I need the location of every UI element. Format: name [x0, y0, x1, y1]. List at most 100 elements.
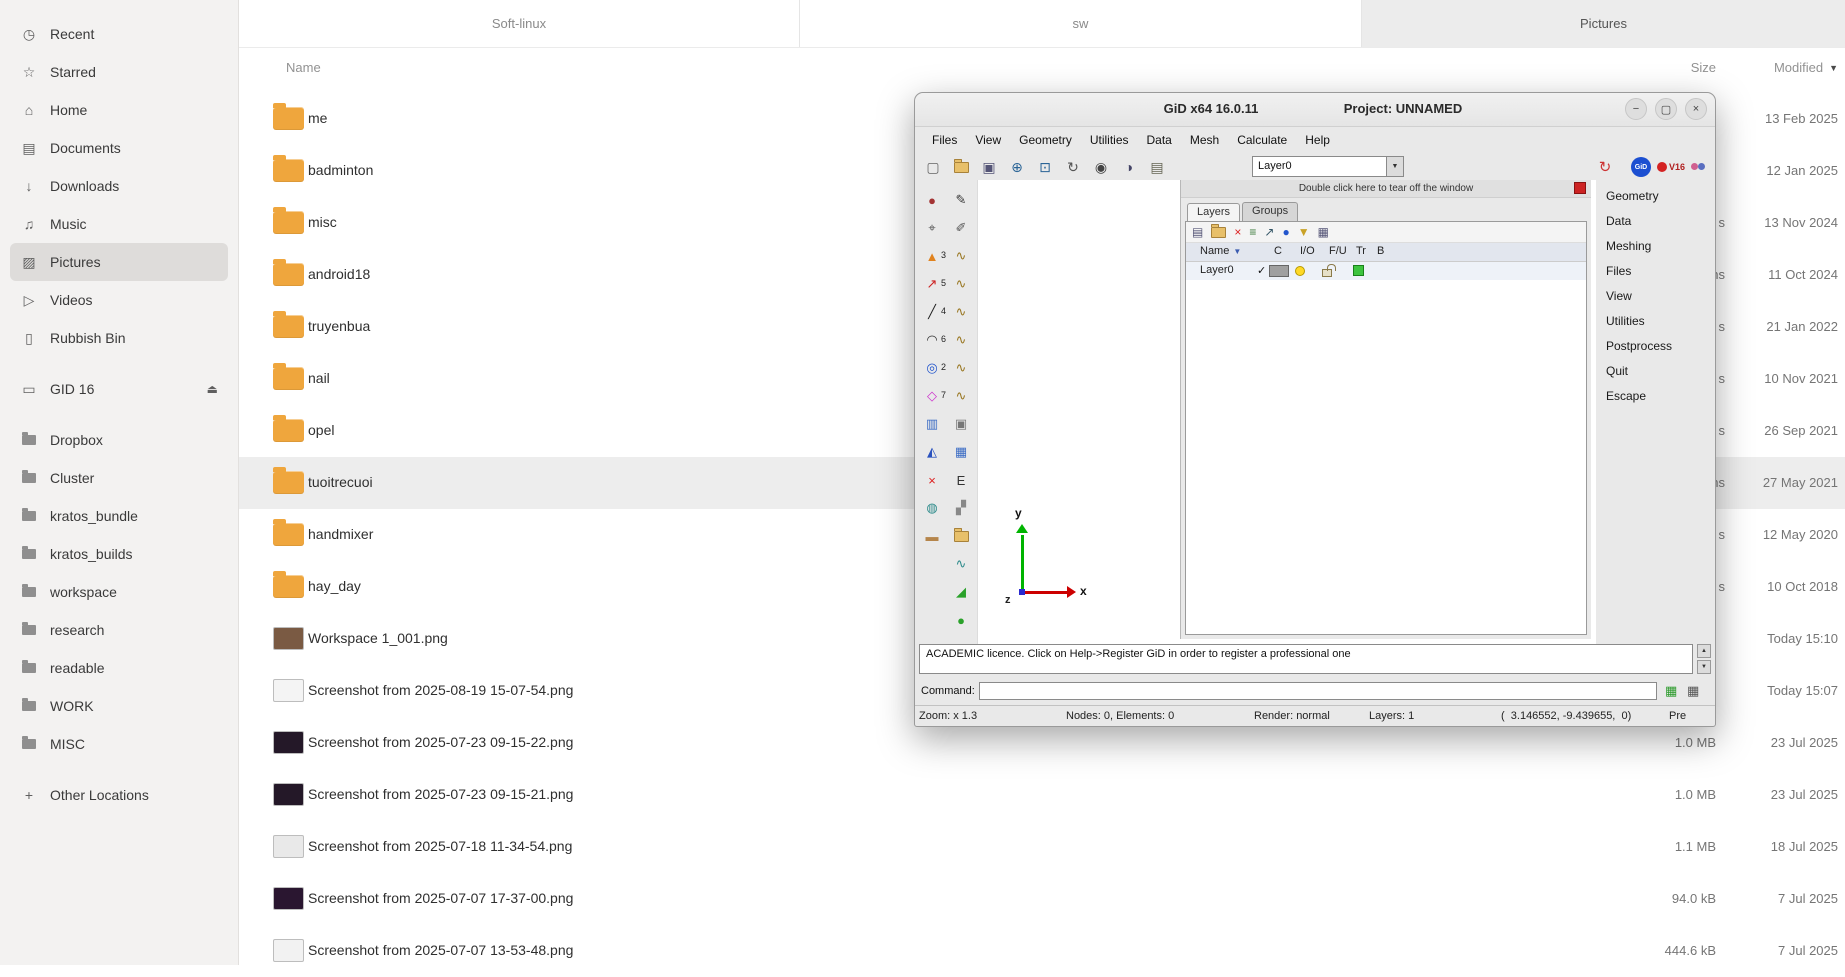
divisions-4-icon[interactable]: 4∿	[948, 298, 974, 326]
layer-row[interactable]: Layer0✓	[1186, 262, 1586, 280]
scroll-down-icon[interactable]: ▼	[1697, 660, 1711, 674]
entities-list-icon[interactable]: E	[948, 466, 974, 494]
material-tool-icon[interactable]: ▬	[919, 522, 945, 550]
menu-files[interactable]: Files	[923, 133, 966, 147]
sidebar-item-kratos-builds[interactable]: kratos_builds	[10, 535, 228, 573]
tab-pictures[interactable]: Pictures	[1362, 0, 1845, 47]
menu-view[interactable]: View	[966, 133, 1010, 147]
gid-titlebar[interactable]: GiD x64 16.0.11 Project: UNNAMED −▢×	[915, 93, 1715, 127]
open-folder-icon[interactable]	[949, 156, 973, 178]
color-entities-icon[interactable]: ●	[1282, 225, 1289, 239]
sidebar-item-videos[interactable]: ▷Videos	[10, 281, 228, 319]
column-header-modified[interactable]: Modified ▼	[1774, 60, 1838, 75]
sidebar-item-kratos-bundle[interactable]: kratos_bundle	[10, 497, 228, 535]
edit-dimensions-icon[interactable]: ✐	[948, 214, 974, 242]
chevron-down-icon[interactable]: ▼	[1386, 157, 1403, 176]
redraw-icon[interactable]: ↻	[1061, 156, 1085, 178]
menu-utilities[interactable]: Utilities	[1081, 133, 1138, 147]
volume-tool-icon[interactable]: ◭	[919, 438, 945, 466]
right-menu-escape[interactable]: Escape	[1596, 384, 1715, 409]
right-menu-data[interactable]: Data	[1596, 209, 1715, 234]
sidebar-item-other-locations[interactable]: +Other Locations	[10, 776, 228, 814]
file-row[interactable]: Screenshot from 2025-07-23 09-15-21.png1…	[239, 769, 1845, 821]
sidebar-item-downloads[interactable]: ↓Downloads	[10, 167, 228, 205]
menu-help[interactable]: Help	[1296, 133, 1339, 147]
sidebar-item-dropbox[interactable]: Dropbox	[10, 421, 228, 459]
unfrozen-lock-icon[interactable]	[1322, 269, 1332, 277]
menu-data[interactable]: Data	[1138, 133, 1181, 147]
sidebar-item-home[interactable]: ⌂Home	[10, 91, 228, 129]
sidebar-item-workspace[interactable]: workspace	[10, 573, 228, 611]
delete-layer-icon[interactable]: ×	[1234, 225, 1241, 239]
sidebar-item-recent[interactable]: ◷Recent	[10, 15, 228, 53]
layer-column-b[interactable]: B	[1377, 245, 1384, 257]
send-to-layer-icon[interactable]: ↗	[1264, 225, 1274, 239]
close-button[interactable]: ×	[1685, 98, 1707, 120]
maximize-button[interactable]: ▢	[1655, 98, 1677, 120]
tab-layers[interactable]: Layers	[1187, 203, 1240, 223]
users-icon[interactable]	[1691, 163, 1707, 171]
tear-off-strip[interactable]: Double click here to tear off the window	[1181, 180, 1591, 198]
divisions-7-icon[interactable]: 7∿	[948, 382, 974, 410]
right-menu-meshing[interactable]: Meshing	[1596, 234, 1715, 259]
layer-column-i-o[interactable]: I/O	[1300, 245, 1315, 257]
tab-soft-linux[interactable]: Soft-linux	[239, 0, 800, 47]
right-menu-postprocess[interactable]: Postprocess	[1596, 334, 1715, 359]
divisions-3-icon[interactable]: 3∿	[948, 242, 974, 270]
tab-sw[interactable]: sw	[800, 0, 1362, 47]
render-icon[interactable]: ◑	[1117, 156, 1141, 178]
sidebar-item-readable[interactable]: readable	[10, 649, 228, 687]
sidebar-item-rubbish-bin[interactable]: ▯Rubbish Bin	[10, 319, 228, 357]
layer-select[interactable]: Layer0 ▼	[1252, 156, 1404, 177]
gid-logo-icon[interactable]: GiD	[1631, 157, 1651, 177]
sync-arrows-icon[interactable]: ↻	[1593, 156, 1617, 178]
copy-tool-icon[interactable]: ▣	[948, 410, 974, 438]
back-chip-icon[interactable]	[1353, 265, 1364, 276]
right-menu-view[interactable]: View	[1596, 284, 1715, 309]
file-row[interactable]: Screenshot from 2025-07-18 11-34-54.png1…	[239, 821, 1845, 873]
sidebar-item-research[interactable]: research	[10, 611, 228, 649]
sidebar-item-documents[interactable]: ▤Documents	[10, 129, 228, 167]
pencil-tool-icon[interactable]: ✎	[948, 186, 974, 214]
grid-plus-icon[interactable]: ▦	[1687, 683, 1699, 699]
column-header-name[interactable]: Name	[286, 60, 321, 75]
divisions-5-icon[interactable]: 5∿	[948, 270, 974, 298]
grid-tool-icon[interactable]: ▦	[948, 438, 974, 466]
sidebar-item-cluster[interactable]: Cluster	[10, 459, 228, 497]
sphere-tool-icon[interactable]: ◍	[919, 494, 945, 522]
right-menu-geometry[interactable]: Geometry	[1596, 184, 1715, 209]
layer-column-c[interactable]: C	[1274, 245, 1282, 257]
grid-green-icon[interactable]: ▦	[1665, 683, 1677, 699]
right-menu-files[interactable]: Files	[1596, 259, 1715, 284]
layers-stack-icon[interactable]: ≡	[1249, 225, 1256, 239]
save-icon[interactable]: ▣	[977, 156, 1001, 178]
right-menu-quit[interactable]: Quit	[1596, 359, 1715, 384]
delete-tool-icon[interactable]: ×	[919, 466, 945, 494]
tear-red-icon[interactable]	[1574, 182, 1586, 194]
transfer-table-icon[interactable]: ▦	[1318, 225, 1329, 239]
minimize-button[interactable]: −	[1625, 98, 1647, 120]
menu-mesh[interactable]: Mesh	[1181, 133, 1228, 147]
command-input[interactable]	[979, 682, 1657, 700]
sidebar-item-music[interactable]: ♫Music	[10, 205, 228, 243]
layer-column-name[interactable]: Name▼	[1200, 245, 1241, 257]
right-menu-utilities[interactable]: Utilities	[1596, 309, 1715, 334]
new-layer-icon[interactable]: ▤	[1192, 225, 1203, 239]
sidebar-item-work[interactable]: WORK	[10, 687, 228, 725]
scroll-up-icon[interactable]: ▲	[1697, 644, 1711, 658]
sidebar-item-pictures[interactable]: ▨Pictures	[10, 243, 228, 281]
sidebar-item-gid-16[interactable]: ▭GID 16⏏	[10, 370, 228, 408]
new-layer-folder-icon[interactable]	[1211, 227, 1226, 238]
snapshot-icon[interactable]: ◉	[1089, 156, 1113, 178]
zoom-tool-icon[interactable]: ⌖	[919, 214, 945, 242]
divisions-6-icon[interactable]: 6∿	[948, 326, 974, 354]
green-sphere-icon[interactable]: ●	[948, 606, 974, 634]
layer-color-swatch[interactable]	[1269, 265, 1289, 277]
sphere-select-icon[interactable]: ●	[919, 186, 945, 214]
column-header-size[interactable]: Size	[1691, 60, 1716, 75]
fill-tool-icon[interactable]: ◢	[948, 578, 974, 606]
layer-column-f-u[interactable]: F/U	[1329, 245, 1347, 257]
visibility-bulb-icon[interactable]	[1295, 266, 1305, 276]
tab-groups[interactable]: Groups	[1242, 202, 1298, 222]
mesh-tool-icon[interactable]: ▞	[948, 494, 974, 522]
